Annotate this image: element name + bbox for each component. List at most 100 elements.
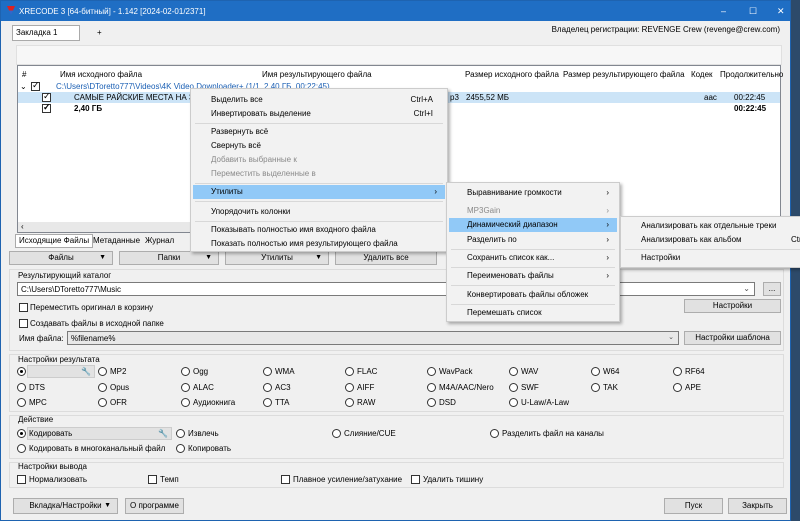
format-wav-radio[interactable]	[509, 367, 518, 376]
format-wma-radio[interactable]	[263, 367, 272, 376]
tab-metadata[interactable]: Метаданные	[93, 236, 140, 245]
menu-show-full-output-name[interactable]: Показать полностью имя результирующего ф…	[193, 237, 445, 251]
col-source-size[interactable]: Размер исходного файла	[465, 70, 559, 79]
format-mp2-radio[interactable]	[98, 367, 107, 376]
action-2-radio[interactable]	[332, 429, 341, 438]
col-number[interactable]: #	[22, 70, 26, 79]
menu-show-full-input-name[interactable]: Показывать полностью имя входного файла	[193, 223, 445, 237]
format-tak-radio[interactable]	[591, 383, 600, 392]
utilities-button[interactable]: Утилиты ▼	[225, 251, 329, 265]
format-tta-radio[interactable]	[263, 398, 272, 407]
template-settings-button[interactable]: Настройки шаблона	[684, 331, 781, 345]
menu-separator	[451, 249, 615, 250]
col-codec[interactable]: Кодек	[691, 70, 713, 79]
browse-button[interactable]: ...	[763, 282, 781, 296]
format-raw-radio[interactable]	[345, 398, 354, 407]
filename-label: Имя файла:	[19, 334, 64, 343]
minimize-button[interactable]: –	[721, 6, 726, 16]
format-w64-radio[interactable]	[591, 367, 600, 376]
menu-analyze-album[interactable]: Анализировать как альбом Ctrl	[623, 233, 800, 247]
filename-combo[interactable]: %filename% ⌄	[67, 331, 679, 345]
output-option-0-checkbox[interactable]	[17, 475, 26, 484]
wrench-icon[interactable]: 🔧	[81, 367, 91, 376]
menu-save-list-as[interactable]: Сохранить список как... ›	[449, 251, 617, 265]
menu-shuffle-list[interactable]: Перемешать список	[449, 306, 617, 320]
menu-expand-all[interactable]: Развернуть всё	[193, 125, 445, 139]
format-opus-radio[interactable]	[98, 383, 107, 392]
format-rf64-radio[interactable]	[673, 367, 682, 376]
total-checkbox[interactable]	[42, 102, 51, 113]
output-option-3-checkbox[interactable]	[411, 475, 420, 484]
menu-arrange-columns[interactable]: Упорядочить колонки	[193, 205, 445, 219]
output-option-2-checkbox[interactable]	[281, 475, 290, 484]
format-ac3-radio[interactable]	[263, 383, 272, 392]
add-tab-button[interactable]: +	[97, 28, 102, 37]
action-3-radio[interactable]	[490, 429, 499, 438]
format-dsd-radio[interactable]	[427, 398, 436, 407]
format-aiff-radio[interactable]	[345, 383, 354, 392]
menu-invert-selection[interactable]: Инвертировать выделение Ctrl+I	[193, 107, 445, 121]
menu-collapse-all[interactable]: Свернуть всё	[193, 139, 445, 153]
output-option-1-checkbox[interactable]	[148, 475, 157, 484]
move-to-trash-checkbox[interactable]	[19, 303, 28, 312]
menu-convert-covers[interactable]: Конвертировать файлы обложек	[449, 288, 617, 302]
format-аудиокнига-radio[interactable]	[181, 398, 190, 407]
menu-select-all[interactable]: Выделить все Ctrl+A	[193, 93, 445, 107]
format-u-law-a-law-radio[interactable]	[509, 398, 518, 407]
format-aiff-label: AIFF	[357, 383, 375, 392]
menu-label: Динамический диапазон	[467, 220, 558, 229]
format-ape-radio[interactable]	[673, 383, 682, 392]
format-alac-radio[interactable]	[181, 383, 190, 392]
close-button[interactable]: Закрыть	[728, 498, 787, 514]
close-window-button[interactable]: ✕	[777, 6, 785, 17]
row-checkbox[interactable]	[42, 91, 51, 102]
menu-split-by[interactable]: Разделить по ›	[449, 233, 617, 247]
collapse-chevron-icon[interactable]: ⌄	[20, 82, 27, 91]
format-mpc-radio[interactable]	[17, 398, 26, 407]
tab-log[interactable]: Журнал	[145, 236, 174, 245]
action-4-radio[interactable]	[17, 444, 26, 453]
menu-rename-files[interactable]: Переименовать файлы ›	[449, 269, 617, 283]
menu-utilities[interactable]: Утилиты ›	[193, 185, 445, 199]
format-mp3-radio[interactable]	[17, 367, 26, 376]
menu-dr-settings[interactable]: Настройки	[623, 251, 800, 265]
menu-separator	[195, 201, 443, 202]
tab-bookmark-1[interactable]: Закладка 1	[12, 25, 80, 41]
action-5-radio[interactable]	[176, 444, 185, 453]
col-source-name[interactable]: Имя исходного файла	[60, 70, 142, 79]
files-button[interactable]: Файлы ▼	[9, 251, 113, 265]
format-m4a-aac-nero-radio[interactable]	[427, 383, 436, 392]
col-duration[interactable]: Продолжительно	[720, 70, 783, 79]
action-1-radio[interactable]	[176, 429, 185, 438]
about-button[interactable]: О программе	[125, 498, 184, 514]
format-ofr-radio[interactable]	[98, 398, 107, 407]
format-ogg-radio[interactable]	[181, 367, 190, 376]
dropdown-arrow-icon: ▼	[104, 502, 111, 509]
output-dir-input[interactable]: C:\Users\DToretto777\Music ⌄	[17, 282, 755, 296]
col-result-name[interactable]: Имя результирующего файла	[262, 70, 372, 79]
chevron-down-icon[interactable]: ⌄	[743, 284, 750, 293]
maximize-button[interactable]: ☐	[749, 6, 757, 17]
format-swf-radio[interactable]	[509, 383, 518, 392]
mp3-settings-box[interactable]: 🔧	[27, 365, 95, 378]
action-0-radio[interactable]	[17, 429, 26, 438]
create-in-source-checkbox[interactable]	[19, 319, 28, 328]
folders-button[interactable]: Папки ▼	[119, 251, 219, 265]
col-result-size[interactable]: Размер результирующего файла	[563, 70, 685, 79]
format-dts-radio[interactable]	[17, 383, 26, 392]
scroll-left-icon[interactable]: ‹	[21, 222, 24, 231]
menu-volume-normalization[interactable]: Выравнивание громкости ›	[449, 186, 617, 200]
tab-source-files[interactable]: Исходящие Файлы	[15, 234, 94, 248]
wrench-icon[interactable]: 🔧	[158, 429, 168, 438]
tab-settings-button[interactable]: Вкладка/Настройки ▼	[13, 498, 118, 514]
start-button[interactable]: Пуск	[664, 498, 723, 514]
group-checkbox[interactable]	[31, 80, 40, 91]
filename-value: %filename%	[71, 334, 116, 343]
delete-all-button[interactable]: Удалить все	[335, 251, 437, 265]
menu-dynamic-range[interactable]: Динамический диапазон ›	[449, 218, 617, 232]
format-wavpack-radio[interactable]	[427, 367, 436, 376]
format-flac-radio[interactable]	[345, 367, 354, 376]
menu-analyze-tracks[interactable]: Анализировать как отдельные треки	[623, 219, 800, 233]
total-size: 2,40 ГБ	[74, 104, 103, 113]
settings-button[interactable]: Настройки	[684, 299, 781, 313]
